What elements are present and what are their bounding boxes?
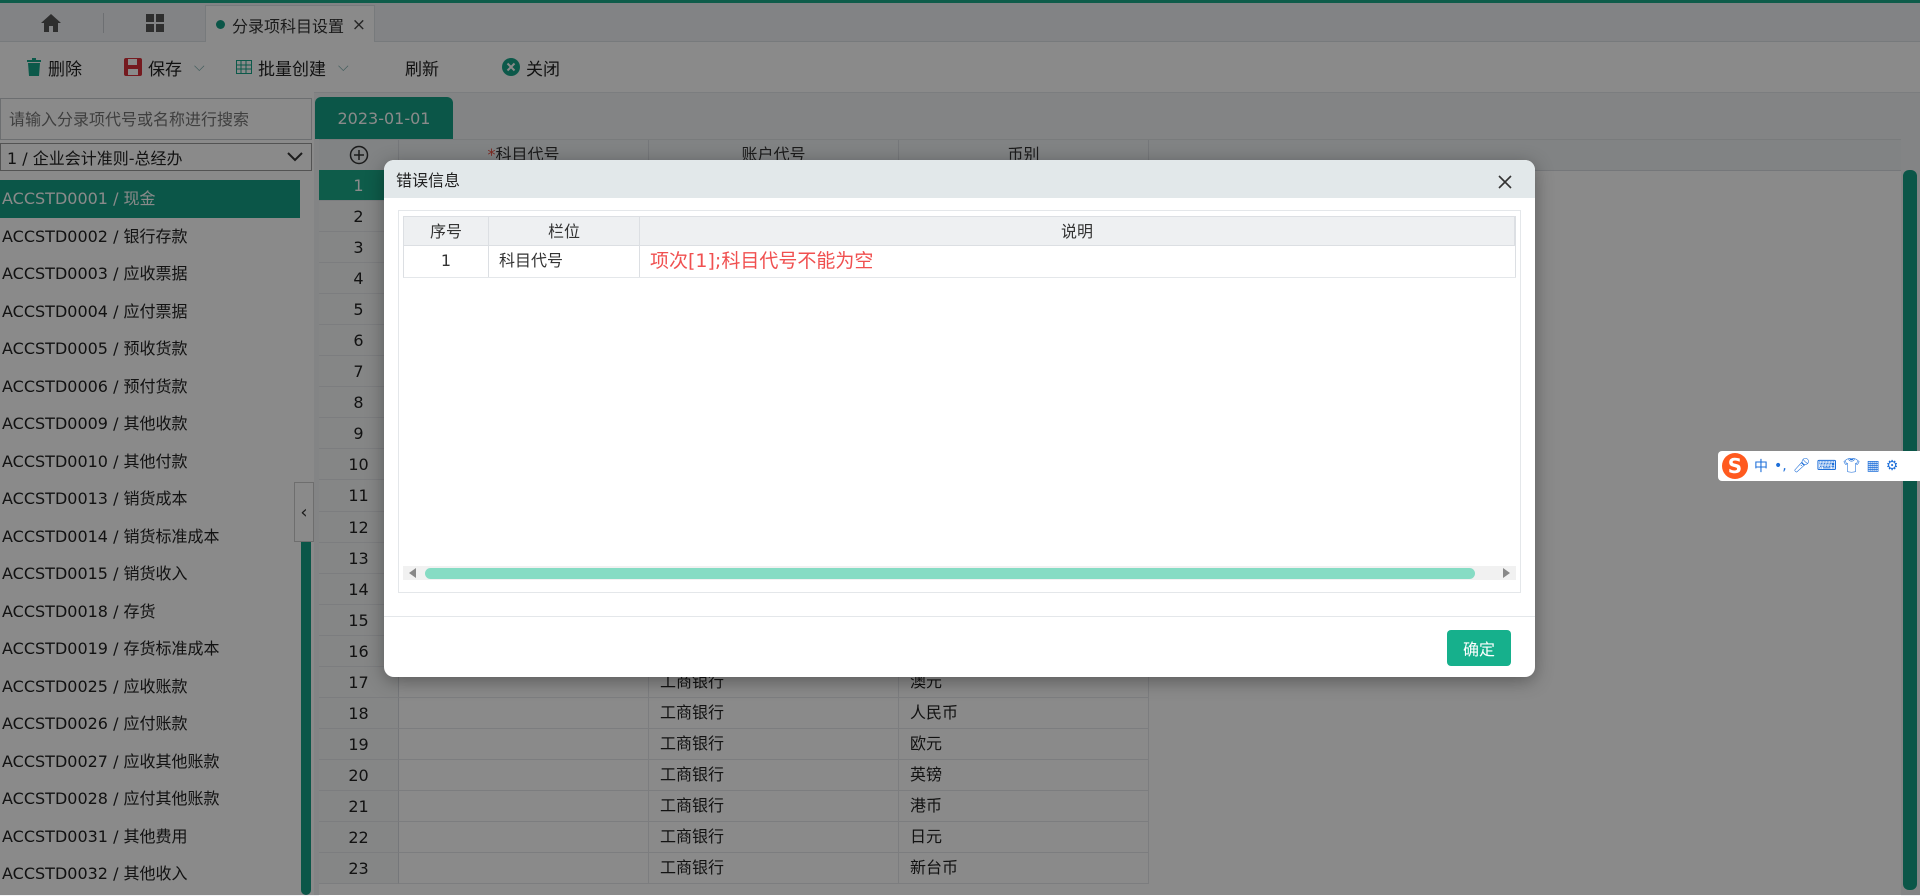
col-field: 栏位 (489, 217, 640, 245)
punctuation-icon[interactable]: •, (1774, 458, 1787, 474)
error-table: 序号 栏位 说明 1 科目代号 项次[1];科目代号不能为空 (403, 216, 1516, 278)
app-root: 分录项科目设置 × 删除 保存 ⌵ 批量创建 ⌵ 刷新 关闭 1 (0, 0, 1920, 896)
dialog-body: 序号 栏位 说明 1 科目代号 项次[1];科目代号不能为空 (398, 210, 1521, 593)
microphone-icon[interactable]: 🎤︎ (1793, 458, 1811, 474)
error-table-header: 序号 栏位 说明 (403, 216, 1516, 246)
table-row[interactable]: 1 科目代号 项次[1];科目代号不能为空 (403, 246, 1516, 278)
scroll-right-arrow-icon[interactable] (1503, 568, 1510, 578)
sogou-logo-icon[interactable]: S (1722, 453, 1748, 479)
col-desc: 说明 (640, 217, 1515, 245)
error-seq: 1 (404, 246, 489, 277)
keyboard-icon[interactable]: ⌨ (1817, 458, 1837, 474)
dialog-close-icon[interactable] (1497, 166, 1513, 196)
horizontal-scrollbar[interactable] (403, 566, 1516, 580)
scrollbar-thumb[interactable] (425, 568, 1475, 579)
more-icon[interactable]: ⚙ (1886, 458, 1899, 474)
skin-icon[interactable]: 👕︎ (1843, 458, 1861, 474)
dialog-footer-divider (384, 616, 1535, 617)
error-desc: 项次[1];科目代号不能为空 (640, 246, 1516, 277)
error-dialog: 错误信息 序号 栏位 说明 1 科目代号 项次[1];科目代号不能为空 确定 (384, 160, 1535, 677)
confirm-button[interactable]: 确定 (1447, 630, 1511, 666)
ime-lang-toggle[interactable]: 中 (1754, 456, 1768, 476)
toolbox-icon[interactable]: ▦ (1867, 458, 1880, 474)
scroll-left-arrow-icon[interactable] (409, 568, 416, 578)
col-seq: 序号 (404, 217, 489, 245)
dialog-title: 错误信息 (384, 160, 1535, 198)
ime-toolbar: S 中 •, 🎤︎ ⌨ 👕︎ ▦ ⚙ (1718, 451, 1920, 481)
error-field: 科目代号 (489, 246, 640, 277)
